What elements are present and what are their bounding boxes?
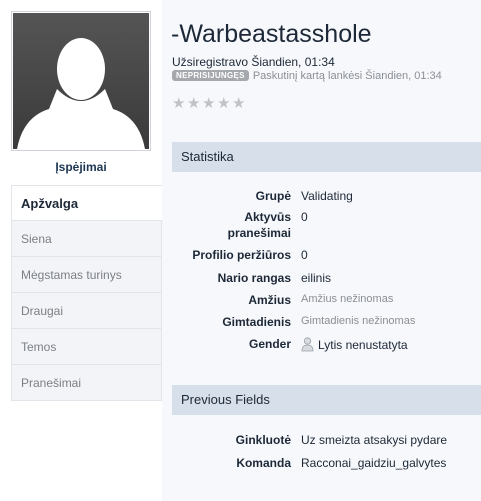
star-icon[interactable]: ★	[232, 96, 246, 111]
default-avatar-icon	[13, 13, 149, 149]
stat-value: Gimtadienis nežinomas	[301, 315, 416, 327]
stat-value: Validating	[301, 189, 353, 203]
tab-topics[interactable]: Temos	[11, 329, 162, 365]
tab-overview[interactable]: Apžvalga	[11, 185, 162, 221]
stat-value: Amžius nežinomas	[301, 293, 394, 305]
stat-label: Grupė	[255, 189, 291, 203]
profile-avatar	[11, 11, 151, 151]
stat-label: Profilio peržiūros	[192, 248, 291, 262]
tab-posts[interactable]: Pranešimai	[11, 365, 162, 401]
previous-fields-header: Previous Fields	[172, 385, 481, 415]
star-icon[interactable]: ★	[187, 96, 201, 111]
star-icon[interactable]: ★	[217, 96, 231, 111]
stat-value-gender: Lytis nenustatyta	[301, 337, 408, 352]
tab-wall[interactable]: Siena	[11, 221, 162, 257]
person-icon	[301, 337, 314, 352]
tab-liked-content[interactable]: Mėgstamas turinys	[11, 257, 162, 293]
stat-label: Aktyvūs	[244, 210, 291, 224]
stat-label: Gender	[248, 337, 291, 351]
statistics-header: Statistika	[172, 142, 481, 172]
offline-status-badge: NEPRISIJUNGĘS	[172, 70, 249, 81]
stat-label: pranešimai	[227, 226, 291, 240]
member-rating[interactable]: ★ ★ ★ ★ ★	[172, 96, 247, 111]
stat-label: Amžius	[248, 293, 291, 307]
profile-sidebar: Įspėjimai Apžvalga Siena Mėgstamas turin…	[0, 0, 162, 501]
profile-tabs: Apžvalga Siena Mėgstamas turinys Draugai…	[11, 185, 162, 401]
field-label: Ginkluotė	[235, 433, 291, 447]
star-icon[interactable]: ★	[202, 96, 216, 111]
field-value: Racconai_gaidziu_galvytes	[301, 456, 447, 470]
star-icon[interactable]: ★	[172, 96, 186, 111]
gender-text: Lytis nenustatyta	[318, 338, 408, 352]
last-visit: Paskutinį kartą lankėsi Šiandien, 01:34	[252, 70, 442, 82]
stat-label: Nario rangas	[217, 271, 291, 285]
stat-value: 0	[301, 210, 308, 224]
tab-friends[interactable]: Draugai	[11, 293, 162, 329]
stat-value: 0	[301, 248, 308, 262]
profile-username: -Warbeastasshole	[171, 20, 372, 48]
joined-date: Užsiregistravo Šiandien, 01:34	[172, 55, 335, 69]
stat-label: Gimtadienis	[222, 315, 291, 329]
warnings-link[interactable]: Įspėjimai	[0, 160, 162, 174]
field-value: Uz smeizta atsakysi pydare	[301, 433, 448, 447]
status-line: NEPRISIJUNGĘS Paskutinį kartą lankėsi Šia…	[172, 70, 442, 82]
field-label: Komanda	[236, 456, 291, 470]
stat-value: eilinis	[301, 271, 332, 285]
